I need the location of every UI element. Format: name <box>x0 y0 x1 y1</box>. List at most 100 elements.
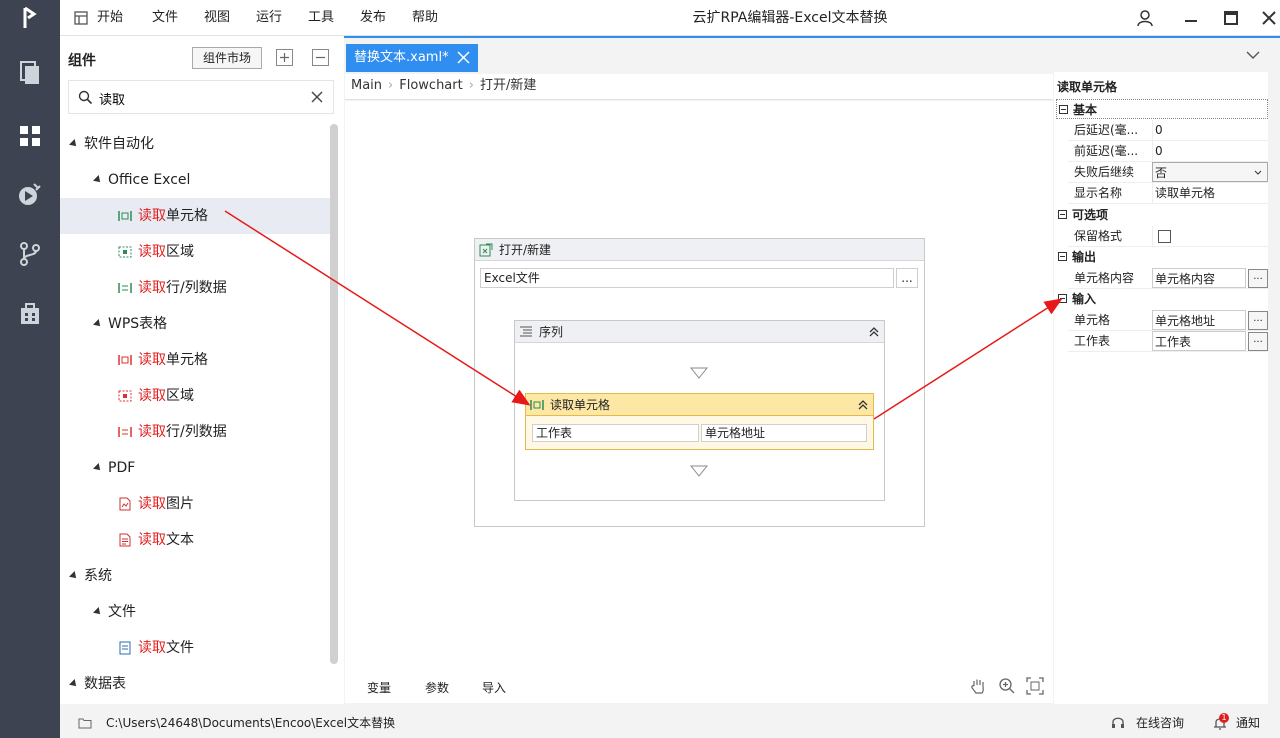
prop-cell-content: 单元格内容 单元格内容... <box>1068 268 1268 289</box>
prop-display-name-value[interactable]: 读取单元格 <box>1152 183 1268 203</box>
tree-category-office-excel[interactable]: Office Excel <box>60 162 330 198</box>
cell-browse-button[interactable]: ... <box>1248 311 1268 330</box>
minimize-icon[interactable] <box>1182 9 1200 27</box>
section-basic[interactable]: 基本 <box>1056 99 1268 119</box>
section-output[interactable]: 输出 <box>1056 247 1268 267</box>
prop-cell-value[interactable]: 单元格地址 <box>1152 310 1246 330</box>
folder-icon <box>78 718 92 729</box>
clear-search-icon[interactable] <box>311 91 323 103</box>
tree-item-wps-read-cell[interactable]: 读取单元格 <box>60 342 330 378</box>
breadcrumb-separator-icon: › <box>468 78 474 93</box>
pan-hand-icon[interactable] <box>969 677 987 695</box>
prop-cell-content-value[interactable]: 单元格内容 <box>1152 268 1246 288</box>
workflow-canvas[interactable]: 打开/新建 Excel文件 ... 序列 读取单元格 工作表 单元格地址 <box>345 101 1053 671</box>
activity-read-cell[interactable]: 读取单元格 工作表 单元格地址 <box>525 393 874 450</box>
cell-address-field[interactable]: 单元格地址 <box>701 424 867 442</box>
section-optional[interactable]: 可选项 <box>1056 205 1268 225</box>
prop-keep-format: 保留格式 <box>1068 226 1268 247</box>
tree-category-wps[interactable]: WPS表格 <box>60 306 330 342</box>
caret-expanded-icon <box>93 463 103 473</box>
keep-format-checkbox[interactable] <box>1158 230 1171 243</box>
caret-expanded-icon <box>93 607 103 617</box>
activity-sequence[interactable]: 序列 读取单元格 工作表 单元格地址 <box>514 320 885 501</box>
browse-button[interactable]: ... <box>896 268 918 288</box>
panel-title: 组件 <box>68 53 96 69</box>
components-icon[interactable] <box>16 122 44 150</box>
files-icon[interactable] <box>16 58 44 86</box>
section-input[interactable]: 输入 <box>1056 289 1268 309</box>
menu-run[interactable]: 运行 <box>256 0 282 36</box>
search-input[interactable] <box>99 88 299 108</box>
component-search[interactable] <box>68 80 334 114</box>
tree-category-datatable[interactable]: 数据表 <box>60 666 330 702</box>
sheet-browse-button[interactable]: ... <box>1248 332 1268 351</box>
breadcrumb-open-new[interactable]: 打开/新建 <box>480 78 536 93</box>
menu-start[interactable]: 开始 <box>97 0 123 36</box>
tree-item-wps-read-range[interactable]: 读取区域 <box>60 378 330 414</box>
tree-item-pdf-read-text[interactable]: 读取文本 <box>60 522 330 558</box>
collapse-double-chevron-icon[interactable] <box>868 326 880 338</box>
maximize-icon[interactable] <box>1222 9 1240 27</box>
tree-item-pdf-read-image[interactable]: 读取图片 <box>60 486 330 522</box>
breadcrumb-main[interactable]: Main <box>351 78 382 93</box>
tree-category-software-automation[interactable]: 软件自动化 <box>60 126 330 162</box>
expand-all-button[interactable] <box>276 49 293 66</box>
collapse-double-chevron-icon[interactable] <box>857 399 869 411</box>
sheet-field[interactable]: 工作表 <box>532 424 699 442</box>
tree-scrollbar[interactable] <box>330 124 338 664</box>
cell-content-browse-button[interactable]: ... <box>1248 269 1268 288</box>
canvas-footer: 变量 参数 导入 <box>345 671 1053 703</box>
user-icon[interactable] <box>1136 9 1154 27</box>
continue-on-error-select[interactable]: 否 <box>1152 162 1268 182</box>
menu-view[interactable]: 视图 <box>204 0 230 36</box>
prop-continue-on-error: 失败后继续 否 <box>1068 162 1268 183</box>
caret-expanded-icon <box>93 175 103 185</box>
drop-target-triangle-icon[interactable] <box>690 367 708 379</box>
search-icon <box>78 90 93 105</box>
tree-category-file[interactable]: 文件 <box>60 594 330 630</box>
notification-count-badge: 1 <box>1219 713 1229 723</box>
prop-sheet-value[interactable]: 工作表 <box>1152 331 1246 351</box>
prop-delay-after-value[interactable]: 0 <box>1152 120 1268 140</box>
package-icon[interactable] <box>16 300 44 328</box>
zoom-in-icon[interactable] <box>998 677 1016 695</box>
variables-tab[interactable]: 变量 <box>367 679 391 696</box>
activity-open-new[interactable]: 打开/新建 Excel文件 ... 序列 读取单元格 工作表 单元格地址 <box>474 238 925 527</box>
menu-tools[interactable]: 工具 <box>308 0 334 36</box>
prop-key: 单元格 <box>1074 313 1111 327</box>
imports-tab[interactable]: 导入 <box>482 679 506 696</box>
prop-sheet: 工作表 工作表... <box>1068 331 1268 352</box>
tree-item-excel-read-range[interactable]: 读取区域 <box>60 234 330 270</box>
excel-open-icon <box>479 243 493 257</box>
tree-item-excel-read-row-col[interactable]: 读取行/列数据 <box>60 270 330 306</box>
fit-screen-icon[interactable] <box>1026 677 1044 695</box>
notifications-link[interactable]: 通知 <box>1236 708 1260 738</box>
close-icon[interactable] <box>1260 9 1278 27</box>
tree-label: 数据表 <box>84 676 126 692</box>
tab-replace-text-xaml[interactable]: 替换文本.xaml* <box>346 44 478 72</box>
component-market-button[interactable]: 组件市场 <box>192 47 262 69</box>
prop-delay-before-value[interactable]: 0 <box>1152 141 1268 161</box>
close-tab-icon[interactable] <box>457 51 470 64</box>
sequence-header: 序列 <box>515 321 884 343</box>
tree-category-pdf[interactable]: PDF <box>60 450 330 486</box>
menu-publish[interactable]: 发布 <box>360 0 386 36</box>
tree-item-excel-read-cell[interactable]: 读取单元格 <box>60 198 330 234</box>
online-consult-link[interactable]: 在线咨询 <box>1136 708 1184 738</box>
chevron-down-icon[interactable] <box>1246 50 1260 60</box>
collapse-all-button[interactable] <box>312 49 329 66</box>
menu-help[interactable]: 帮助 <box>412 0 438 36</box>
debug-run-icon[interactable] <box>16 180 44 208</box>
arguments-tab[interactable]: 参数 <box>425 679 449 696</box>
breadcrumb-flowchart[interactable]: Flowchart <box>399 78 462 93</box>
tree-category-system[interactable]: 系统 <box>60 558 330 594</box>
tree-item-read-file[interactable]: 读取文件 <box>60 630 330 666</box>
drop-target-triangle-icon[interactable] <box>690 465 708 477</box>
file-icon <box>119 641 131 655</box>
match-highlight: 读取 <box>138 532 166 548</box>
branch-icon[interactable] <box>16 240 44 268</box>
match-highlight: 读取 <box>138 280 166 296</box>
menu-file[interactable]: 文件 <box>152 0 178 36</box>
excel-file-field[interactable]: Excel文件 <box>480 268 894 288</box>
tree-item-wps-read-row-col[interactable]: 读取行/列数据 <box>60 414 330 450</box>
